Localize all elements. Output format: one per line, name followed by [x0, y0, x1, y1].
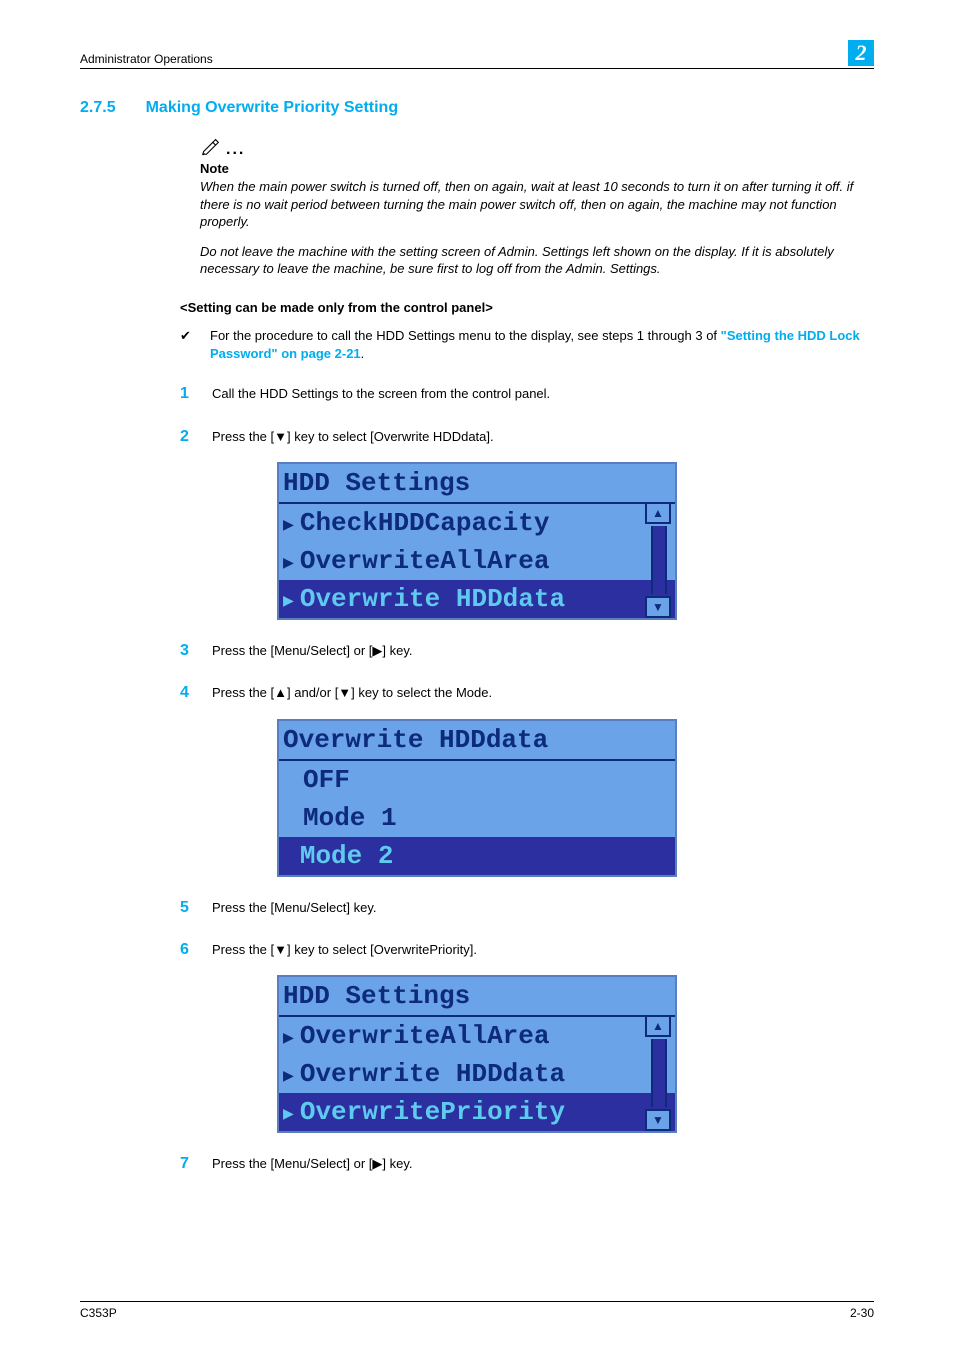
triangle-icon [283, 1097, 294, 1127]
check-icon: ✔ [180, 327, 192, 363]
bullet-text: For the procedure to call the HDD Settin… [210, 327, 874, 363]
section-number: 2.7.5 [80, 99, 116, 117]
step-number: 7 [180, 1153, 194, 1175]
lcd-screen-3: HDD Settings OverwriteAllArea Overwrite … [277, 975, 677, 1133]
step-number: 4 [180, 682, 194, 704]
triangle-icon [283, 508, 294, 538]
triangle-icon [283, 1059, 294, 1089]
lcd-item-selected: Overwrite HDDdata [300, 584, 565, 614]
step-text: Press the [▼] key to select [Overwrite H… [212, 426, 494, 448]
scrollbar-track [651, 1039, 667, 1107]
step-text: Press the [Menu/Select] or [▶] key. [212, 640, 413, 662]
breadcrumb: Administrator Operations [80, 52, 213, 66]
subheading: <Setting can be made only from the contr… [180, 300, 874, 315]
lcd-screen-2: Overwrite HDDdata OFF Mode 1 Mode 2 [277, 719, 677, 877]
bullet-pre: For the procedure to call the HDD Settin… [210, 328, 721, 343]
lcd-title: HDD Settings [283, 468, 470, 498]
scroll-up-icon: ▲ [645, 502, 671, 524]
note-dots: ... [226, 141, 245, 159]
lcd-item: OverwriteAllArea [300, 1021, 550, 1051]
step-number: 2 [180, 426, 194, 448]
lcd-screen-1: HDD Settings CheckHDDCapacity OverwriteA… [277, 462, 677, 620]
triangle-icon [283, 1021, 294, 1051]
lcd-item: Mode 1 [303, 803, 397, 833]
step-number: 6 [180, 939, 194, 961]
scrollbar-track [651, 526, 667, 594]
step-number: 5 [180, 897, 194, 919]
lcd-item: OverwriteAllArea [300, 546, 550, 576]
triangle-icon [283, 584, 294, 614]
lcd-item-selected: OverwritePriority [300, 1097, 565, 1127]
note-paragraph-2: Do not leave the machine with the settin… [200, 243, 864, 278]
lcd-item: Overwrite HDDdata [300, 1059, 565, 1089]
scroll-down-icon: ▼ [645, 1109, 671, 1131]
step-text: Press the [▼] key to select [OverwritePr… [212, 939, 477, 961]
lcd-title: Overwrite HDDdata [283, 725, 548, 755]
section-title: Making Overwrite Priority Setting [146, 99, 399, 117]
scroll-up-icon: ▲ [645, 1015, 671, 1037]
step-number: 1 [180, 383, 194, 405]
chapter-badge: 2 [848, 40, 874, 66]
lcd-item: CheckHDDCapacity [300, 508, 550, 538]
scroll-down-icon: ▼ [645, 596, 671, 618]
lcd-title: HDD Settings [283, 981, 470, 1011]
lcd-item-selected: Mode 2 [300, 841, 394, 871]
footer-page: 2-30 [850, 1306, 874, 1320]
note-label: Note [200, 161, 864, 176]
footer-model: C353P [80, 1306, 117, 1320]
step-number: 3 [180, 640, 194, 662]
step-text: Call the HDD Settings to the screen from… [212, 383, 550, 405]
step-text: Press the [▲] and/or [▼] key to select t… [212, 682, 492, 704]
step-text: Press the [Menu/Select] or [▶] key. [212, 1153, 413, 1175]
bullet-post: . [361, 346, 365, 361]
cursor-icon [283, 841, 294, 871]
note-paragraph-1: When the main power switch is turned off… [200, 178, 864, 231]
triangle-icon [283, 546, 294, 576]
lcd-item: OFF [303, 765, 350, 795]
step-text: Press the [Menu/Select] key. [212, 897, 377, 919]
note-icon [200, 135, 222, 157]
